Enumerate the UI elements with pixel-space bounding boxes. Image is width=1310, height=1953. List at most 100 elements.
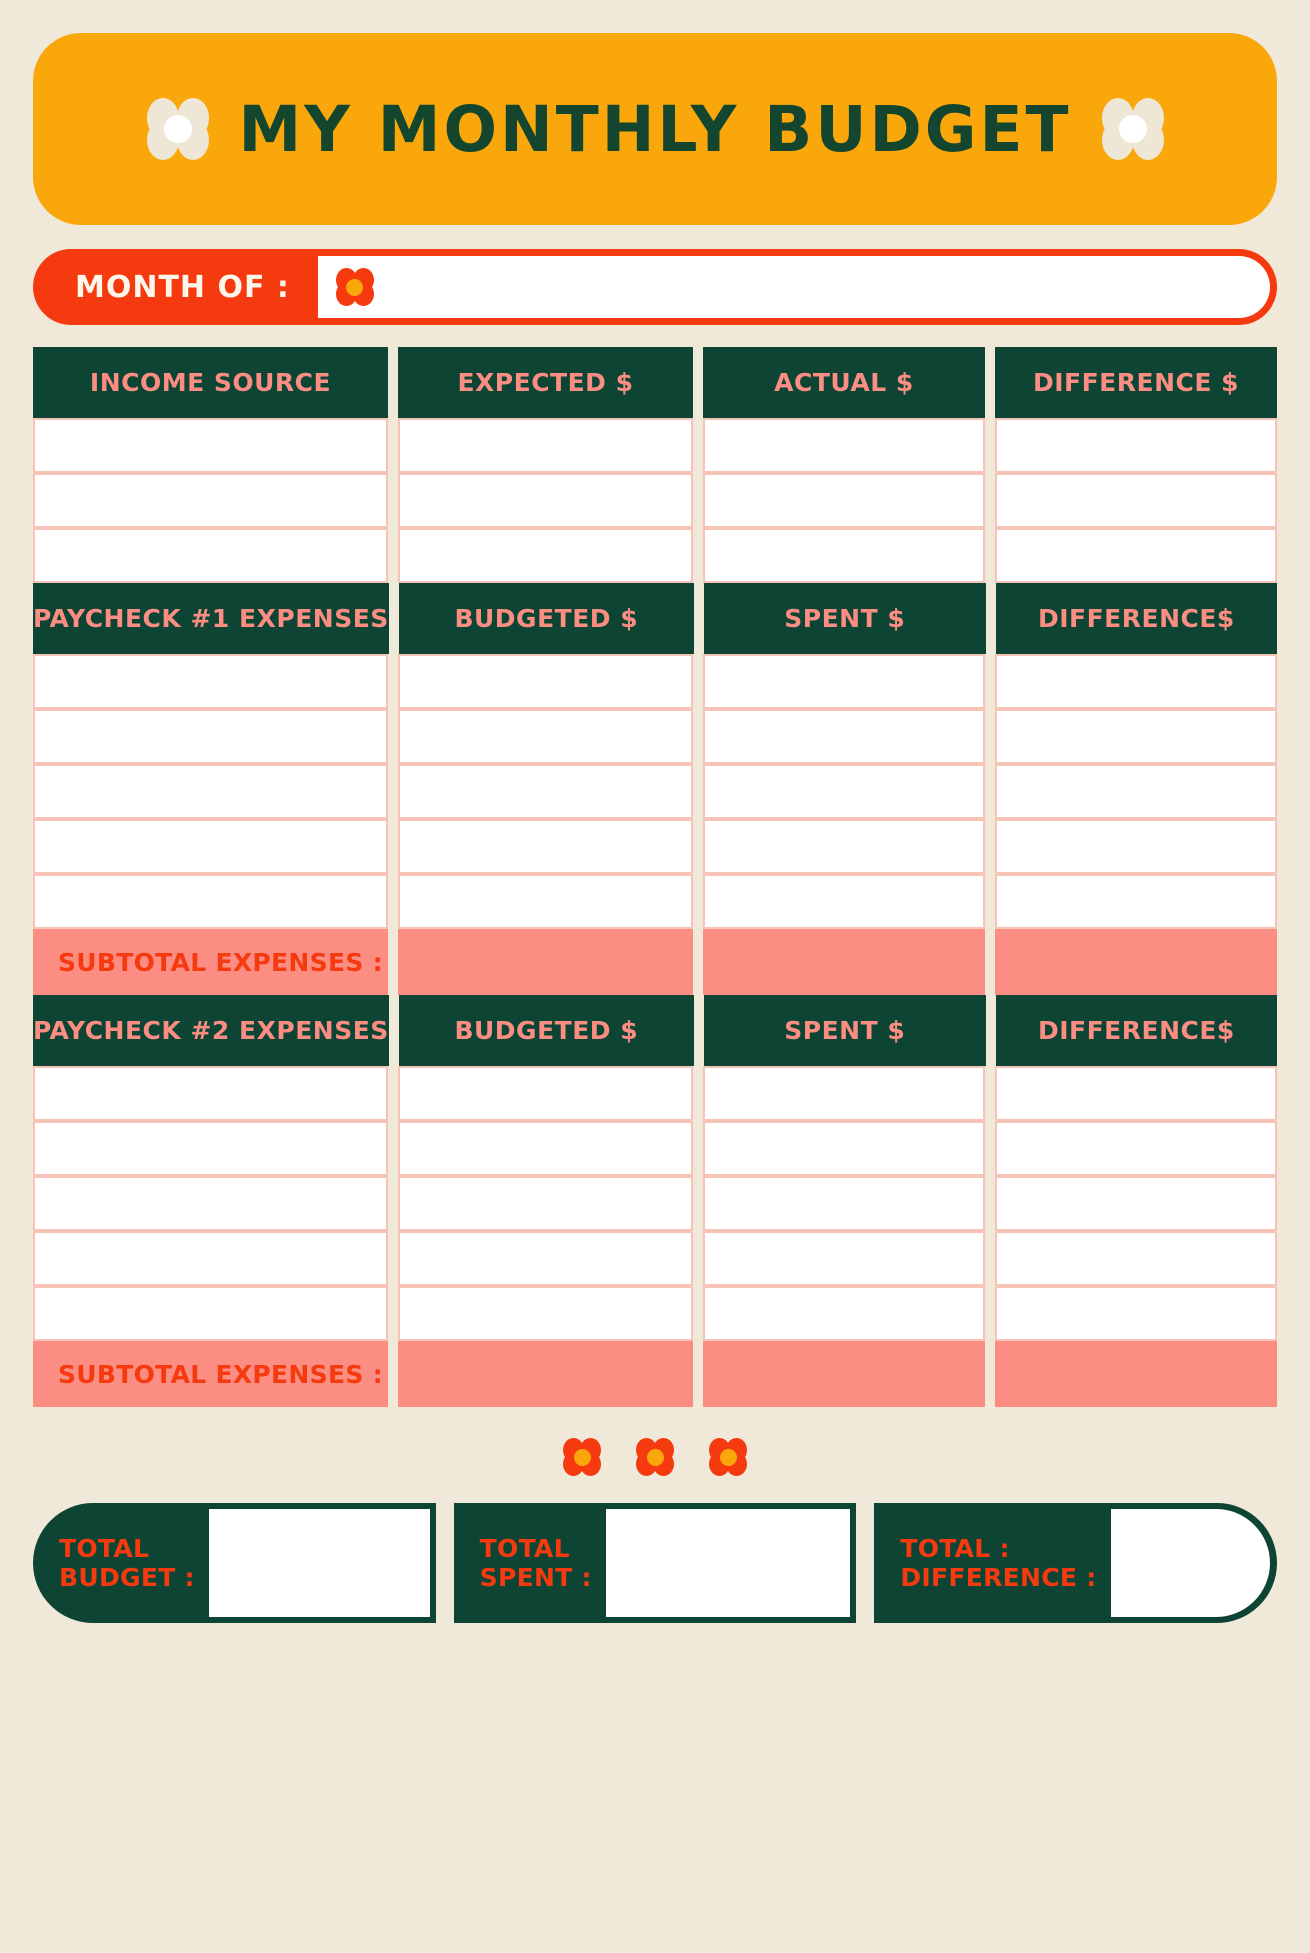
paycheck1-difference-input[interactable]: [995, 654, 1277, 709]
paycheck1-difference-input[interactable]: [995, 874, 1277, 929]
month-of-bar: MONTH OF :: [33, 249, 1277, 325]
paycheck1-spent-input[interactable]: [703, 709, 985, 764]
total-spent-input[interactable]: [605, 1509, 851, 1617]
income-difference-input[interactable]: [995, 418, 1277, 473]
paycheck2-expense-input[interactable]: [33, 1066, 388, 1121]
paycheck1-budgeted-input[interactable]: [398, 709, 693, 764]
paycheck2-spent-input[interactable]: [703, 1066, 985, 1121]
paycheck1-expense-input[interactable]: [33, 764, 388, 819]
total-spent-label-wrap: TOTAL SPENT :: [454, 1503, 606, 1623]
flower-icon: [563, 1438, 601, 1476]
paycheck1-expense-input[interactable]: [33, 819, 388, 874]
paycheck2-difference-input[interactable]: [995, 1066, 1277, 1121]
income-source-input[interactable]: [33, 473, 388, 528]
income-difference-input[interactable]: [995, 528, 1277, 583]
paycheck2-expense-input[interactable]: [33, 1286, 388, 1341]
income-expected-input[interactable]: [398, 528, 693, 583]
subtotal-budgeted-value[interactable]: [398, 929, 693, 995]
subtotal-difference-value[interactable]: [995, 929, 1277, 995]
column-header-budgeted: BUDGETED $: [398, 995, 694, 1066]
header-label: ACTUAL $: [774, 368, 914, 397]
paycheck1-expense-input[interactable]: [33, 654, 388, 709]
month-of-label: MONTH OF :: [75, 269, 290, 305]
paycheck1-expense-input[interactable]: [33, 709, 388, 764]
total-budget-label: TOTAL BUDGET :: [59, 1533, 195, 1593]
paycheck2-spent-input[interactable]: [703, 1121, 985, 1176]
header-label: DIFFERENCE$: [1037, 604, 1235, 633]
column-header-budgeted: BUDGETED $: [398, 583, 694, 654]
column-header-difference: DIFFERENCE$: [995, 583, 1277, 654]
total-difference-input[interactable]: [1110, 1509, 1271, 1617]
paycheck1-budgeted-input[interactable]: [398, 819, 693, 874]
table-row: [33, 654, 1277, 709]
total-difference-label-wrap: TOTAL : DIFFERENCE :: [874, 1503, 1110, 1623]
income-source-input[interactable]: [33, 418, 388, 473]
subtotal-spent-value[interactable]: [703, 929, 985, 995]
total-difference-box: TOTAL : DIFFERENCE :: [874, 1503, 1278, 1623]
paycheck2-expense-input[interactable]: [33, 1121, 388, 1176]
flower-icon: [146, 98, 209, 160]
subtotal-label: SUBTOTAL EXPENSES :: [58, 1359, 383, 1389]
column-header-expected: EXPECTED $: [398, 347, 693, 418]
paycheck1-subtotal-row: SUBTOTAL EXPENSES :: [33, 929, 1277, 995]
total-difference-label: TOTAL : DIFFERENCE :: [900, 1533, 1097, 1593]
paycheck1-spent-input[interactable]: [703, 819, 985, 874]
table-row: [33, 1286, 1277, 1341]
paycheck1-budgeted-input[interactable]: [398, 874, 693, 929]
subtotal-budgeted-value[interactable]: [398, 1341, 693, 1407]
subtotal-spent-value[interactable]: [703, 1341, 985, 1407]
paycheck2-difference-input[interactable]: [995, 1176, 1277, 1231]
paycheck2-difference-input[interactable]: [995, 1286, 1277, 1341]
subtotal-difference-value[interactable]: [995, 1341, 1277, 1407]
subtotal-label-cell: SUBTOTAL EXPENSES :: [33, 1341, 388, 1407]
paycheck2-difference-input[interactable]: [995, 1231, 1277, 1286]
paycheck2-budgeted-input[interactable]: [398, 1066, 693, 1121]
income-actual-input[interactable]: [703, 528, 985, 583]
flower-icon: [1101, 98, 1164, 160]
paycheck2-spent-input[interactable]: [703, 1231, 985, 1286]
paycheck1-difference-input[interactable]: [995, 709, 1277, 764]
paycheck1-difference-input[interactable]: [995, 764, 1277, 819]
table-row: [33, 1176, 1277, 1231]
paycheck2-expense-input[interactable]: [33, 1176, 388, 1231]
paycheck1-spent-input[interactable]: [703, 764, 985, 819]
income-expected-input[interactable]: [398, 418, 693, 473]
income-actual-input[interactable]: [703, 473, 985, 528]
total-budget-label-wrap: TOTAL BUDGET :: [33, 1503, 209, 1623]
paycheck2-difference-input[interactable]: [995, 1121, 1277, 1176]
paycheck2-expense-input[interactable]: [33, 1231, 388, 1286]
paycheck2-spent-input[interactable]: [703, 1286, 985, 1341]
paycheck1-spent-input[interactable]: [703, 874, 985, 929]
paycheck2-budgeted-input[interactable]: [398, 1286, 693, 1341]
table-row: [33, 528, 1277, 583]
income-actual-input[interactable]: [703, 418, 985, 473]
paycheck1-budgeted-input[interactable]: [398, 764, 693, 819]
column-header-paycheck2-expenses: PAYCHECK #2 EXPENSES: [33, 995, 389, 1066]
paycheck1-difference-input[interactable]: [995, 819, 1277, 874]
header-label: PAYCHECK #1 EXPENSES: [33, 604, 389, 633]
totals-row: TOTAL BUDGET : TOTAL SPENT : TOTAL : DIF…: [33, 1503, 1278, 1623]
flower-icon: [709, 1438, 747, 1476]
budget-planner-page: MY MONTHLY BUDGET MONTH OF : INCOME SOUR…: [0, 33, 1310, 1953]
income-difference-input[interactable]: [995, 473, 1277, 528]
total-budget-input[interactable]: [208, 1509, 430, 1617]
income-source-input[interactable]: [33, 528, 388, 583]
paycheck2-spent-input[interactable]: [703, 1176, 985, 1231]
header-label: PAYCHECK #2 EXPENSES: [33, 1016, 389, 1045]
title-banner: MY MONTHLY BUDGET: [33, 33, 1277, 225]
table-row: [33, 418, 1277, 473]
table-row: [33, 709, 1277, 764]
paycheck1-expense-input[interactable]: [33, 874, 388, 929]
column-header-actual: ACTUAL $: [703, 347, 985, 418]
column-header-difference: DIFFERENCE$: [995, 995, 1277, 1066]
paycheck2-budgeted-input[interactable]: [398, 1176, 693, 1231]
table-row: [33, 819, 1277, 874]
paycheck1-budgeted-input[interactable]: [398, 654, 693, 709]
paycheck2-budgeted-input[interactable]: [398, 1121, 693, 1176]
header-label: BUDGETED $: [454, 1016, 639, 1045]
paycheck1-spent-input[interactable]: [703, 654, 985, 709]
subtotal-label-cell: SUBTOTAL EXPENSES :: [33, 929, 388, 995]
month-of-input[interactable]: [317, 256, 1270, 318]
income-expected-input[interactable]: [398, 473, 693, 528]
paycheck2-budgeted-input[interactable]: [398, 1231, 693, 1286]
